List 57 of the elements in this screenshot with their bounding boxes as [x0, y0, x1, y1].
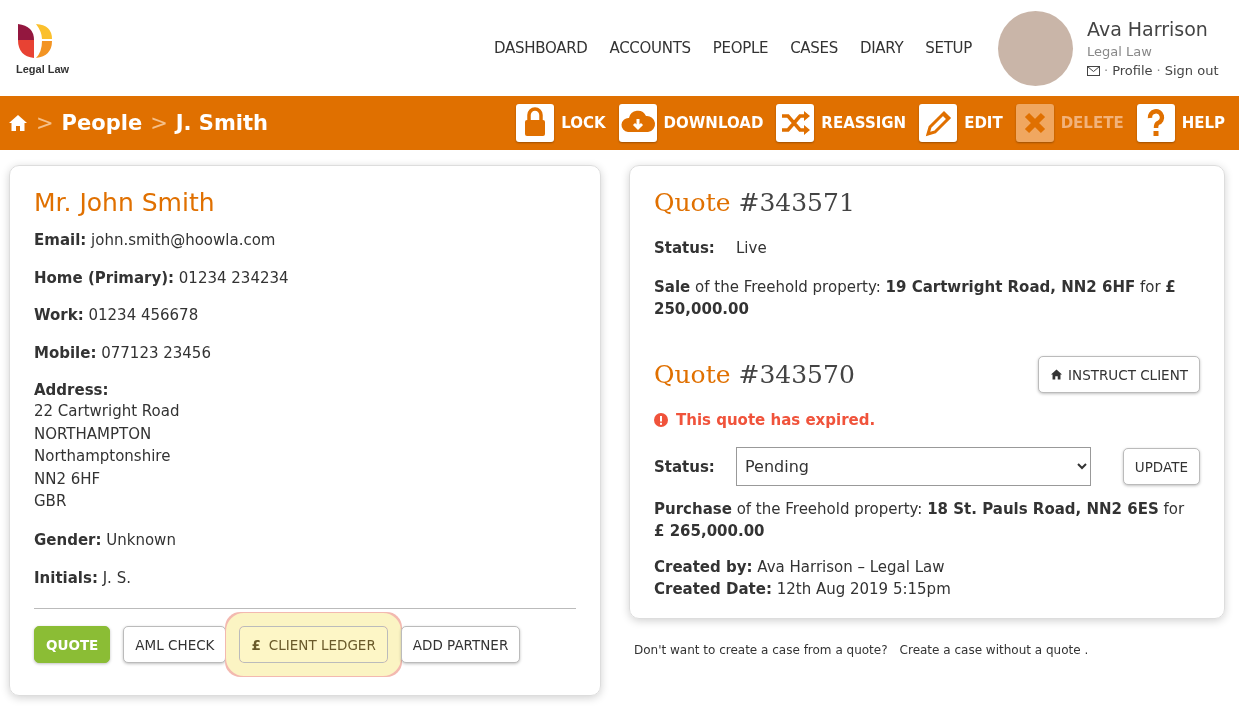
user-company: Legal Law [1087, 44, 1153, 59]
contact-field: Email: john.smith@hoowla.com [34, 231, 576, 250]
breadcrumb-separator: > [150, 111, 168, 135]
status-dropdown[interactable]: Pending [736, 447, 1091, 486]
quote-description: Sale of the Freehold property: 19 Cartwright Road, NN2 6HF for £ 250,000.00 [654, 277, 1177, 320]
home-icon [1050, 368, 1064, 380]
address-line: 22 Cartwright Road [34, 401, 181, 422]
status-value: Live [736, 239, 767, 257]
separator-dot: · [1104, 63, 1109, 78]
footer-text: Don't want to create a case from a quote? [634, 643, 888, 657]
created-info: Created Date: 12th Aug 2019 5:15pm [654, 579, 952, 600]
shuffle-icon [776, 104, 815, 142]
address-line: NN2 6HF [34, 468, 102, 490]
person-name: Mr. John Smith [34, 188, 216, 217]
instruct-client-button[interactable]: INSTRUCT CLIENT [1038, 356, 1200, 393]
user-name: Ava Harrison [1087, 18, 1209, 40]
nav-link[interactable]: DIARY [859, 39, 904, 57]
quote-description: Purchase of the Freehold property: 18 St. Pauls Road, NN2 6ES for £ 265,000.00 [654, 499, 1186, 542]
expired-message: This quote has expired. [676, 411, 876, 429]
quote-title: Quote #343571 [654, 188, 855, 217]
warning-icon [654, 413, 668, 427]
created-info: Created by: Ava Harrison – Legal Law [654, 557, 946, 578]
logo-icon [16, 21, 54, 60]
field-label: Address: [34, 381, 109, 399]
user-link[interactable]: Sign out [1164, 63, 1219, 78]
nav-link[interactable]: DASHBOARD [494, 39, 588, 57]
update-button[interactable]: UPDATE [1122, 448, 1200, 485]
brand-name: Legal Law [16, 62, 70, 75]
user-link[interactable]: Profile [1112, 63, 1153, 78]
contact-field: Mobile: 077123 23456 [34, 343, 576, 363]
separator-dot: · [1156, 63, 1161, 78]
address-line: Northamptonshire [34, 446, 172, 467]
status-label: Status: [654, 239, 716, 257]
address-line: GBR [34, 491, 68, 512]
lock-icon [516, 104, 555, 142]
contact-field: Work: 01234 456678 [34, 306, 576, 325]
quote-title: Quote #343570 [654, 360, 855, 389]
contact-field: Home (Primary): 01234 234234 [34, 268, 576, 288]
address-line: NORTHAMPTON [34, 423, 153, 445]
breadcrumb-separator: > [36, 111, 54, 135]
nav-link[interactable]: PEOPLE [712, 39, 769, 57]
nav-link[interactable]: SETUP [925, 39, 972, 57]
pencil-icon [919, 104, 958, 142]
breadcrumb-current: J. Smith [175, 111, 269, 135]
nav-link[interactable]: ACCOUNTS [609, 39, 691, 57]
create-case-link[interactable]: Create a case without a quote . [899, 643, 1089, 657]
action-button[interactable]: AML CHECK [123, 626, 227, 663]
close-icon [1015, 104, 1054, 142]
action-button[interactable]: ADD PARTNER [400, 626, 521, 663]
nav-link[interactable]: CASES [790, 39, 838, 57]
download-icon [618, 104, 657, 142]
contact-field: Initials: J. S. [34, 568, 576, 588]
home-icon[interactable] [8, 114, 28, 132]
help-icon [1136, 104, 1175, 142]
status-label: Status: [654, 457, 716, 476]
contact-field: Gender: Unknown [34, 531, 576, 550]
mail-icon[interactable] [1087, 65, 1100, 76]
